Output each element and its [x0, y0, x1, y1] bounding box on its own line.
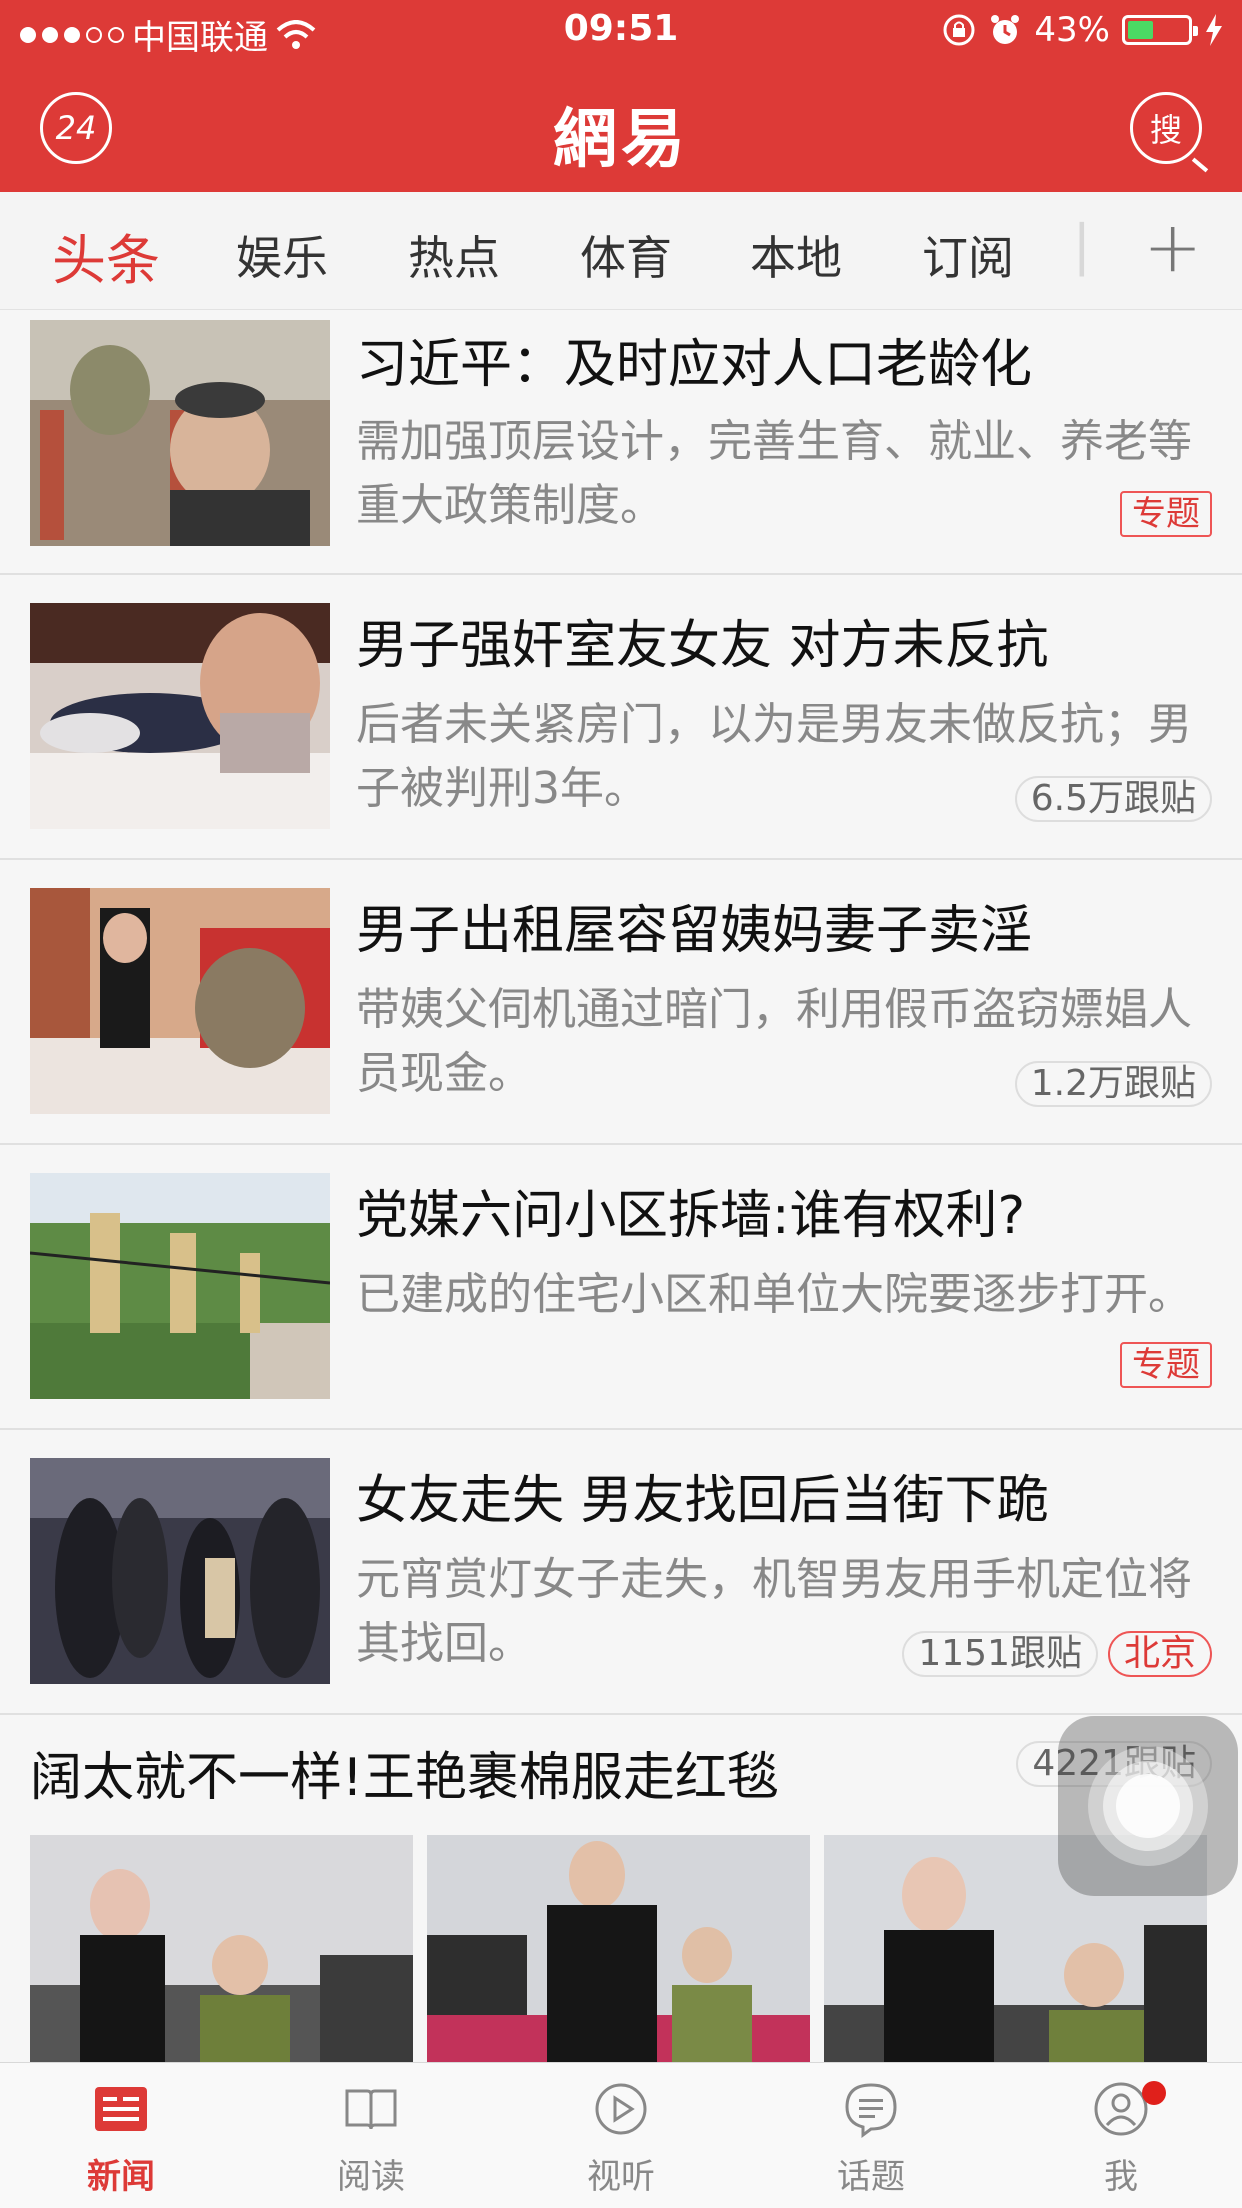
nav-topics-label: 话题 [837, 2157, 905, 2197]
news-thumbnail [30, 888, 330, 1114]
nav-media-label: 视听 [587, 2157, 655, 2197]
rotation-lock-icon [943, 14, 975, 46]
photoset-images [30, 1835, 1207, 2085]
news-summary: 需加强顶层设计，完善生育、就业、养老等重大政策制度。 [356, 416, 1192, 531]
charging-bolt-icon [1206, 14, 1222, 46]
play-icon [595, 2083, 647, 2135]
news-meta: 1.2万跟贴 [1014, 1061, 1212, 1107]
tab-overflow-fade: ▏ [1080, 222, 1116, 276]
nav-me-label: 我 [1104, 2157, 1138, 2197]
comment-count[interactable]: 6.5万跟贴 [1014, 776, 1212, 822]
nav-news[interactable]: 新闻 [56, 2079, 186, 2198]
photoset-title: 阔太就不一样!王艳裹棉服走红毯 [30, 1748, 779, 1808]
notification-dot [1142, 2081, 1166, 2105]
news-thumbnail [30, 603, 330, 829]
alarm-icon [991, 15, 1020, 44]
topic-badge: 专题 [1120, 491, 1212, 537]
comment-count[interactable]: 1.2万跟贴 [1014, 1061, 1212, 1107]
tab-headlines[interactable]: 头条 [52, 216, 160, 295]
tab-sports[interactable]: 体育 [580, 222, 672, 288]
nav-me[interactable]: 我 [1056, 2079, 1186, 2198]
comment-count[interactable]: 1151跟贴 [902, 1631, 1098, 1677]
book-icon [345, 2089, 397, 2130]
photoset-image[interactable] [427, 1835, 810, 2085]
news-title: 女友走失 男友找回后当街下跪 [356, 1471, 1049, 1531]
news-item[interactable]: 习近平：及时应对人口老龄化 需加强顶层设计，完善生育、就业、养老等重大政策制度。… [0, 310, 1242, 575]
photoset-image[interactable] [30, 1835, 413, 2085]
netease-logo: 網易 [553, 102, 689, 177]
bottom-nav: 新闻 阅读 视听 话题 我 [0, 2062, 1242, 2208]
news-feed: 习近平：及时应对人口老龄化 需加强顶层设计，完善生育、就业、养老等重大政策制度。… [0, 310, 1242, 2085]
search-button[interactable]: 搜 [1130, 92, 1202, 164]
tab-hot[interactable]: 热点 [408, 222, 500, 288]
status-right: 43% [942, 10, 1224, 50]
nav-topics[interactable]: 话题 [806, 2079, 936, 2198]
news-title: 男子出租屋容留姨妈妻子卖淫 [356, 901, 1033, 961]
news-thumbnail [30, 1173, 330, 1399]
location-tag[interactable]: 北京 [1107, 1631, 1212, 1677]
status-bar: 中国联通 09:51 43% [0, 0, 1242, 62]
news-title: 习近平：及时应对人口老龄化 [356, 335, 1033, 395]
news-item[interactable]: 男子出租屋容留姨妈妻子卖淫 带姨父伺机通过暗门，利用假币盗窃嫖娼人员现金。 1.… [0, 860, 1242, 1145]
nav-media[interactable]: 视听 [556, 2079, 686, 2198]
news-item[interactable]: 党媒六问小区拆墙:谁有权利? 已建成的住宅小区和单位大院要逐步打开。 专题 [0, 1145, 1242, 1430]
nav-news-label: 新闻 [87, 2157, 155, 2197]
topic-badge: 专题 [1120, 1342, 1212, 1388]
news-meta: 1151跟贴 北京 [902, 1631, 1212, 1677]
search-label: 搜 [1149, 111, 1182, 149]
app-header: 24 網易 搜 [0, 62, 1242, 192]
channel-tabs: 头条 娱乐 热点 体育 本地 订阅 ▏ + [0, 192, 1242, 310]
news-meta: 6.5万跟贴 [1014, 776, 1212, 822]
tab-subscribe[interactable]: 订阅 [922, 222, 1014, 288]
chat-bubble-icon [845, 2083, 897, 2138]
nav-reading[interactable]: 阅读 [306, 2079, 436, 2198]
assistive-touch-button[interactable] [1058, 1716, 1238, 1896]
news-summary: 已建成的住宅小区和单位大院要逐步打开。 [356, 1269, 1192, 1320]
news-title: 党媒六问小区拆墙:谁有权利? [356, 1186, 1026, 1246]
nav-reading-label: 阅读 [337, 2157, 405, 2197]
news-title: 男子强奸室友女友 对方未反抗 [356, 616, 1049, 676]
tab-entertainment[interactable]: 娱乐 [236, 222, 328, 288]
add-channel-button[interactable]: + [1143, 206, 1202, 288]
news-item[interactable]: 男子强奸室友女友 对方未反抗 后者未关紧房门，以为是男友未做反抗；男子被判刑3年… [0, 575, 1242, 860]
battery-icon [1122, 15, 1198, 45]
news-thumbnail [30, 320, 330, 546]
news-item[interactable]: 女友走失 男友找回后当街下跪 元宵赏灯女子走失，机智男友用手机定位将其找回。 1… [0, 1430, 1242, 1715]
news-icon [95, 2087, 147, 2131]
photoset-item[interactable]: 阔太就不一样!王艳裹棉服走红毯 4221跟贴 [0, 1715, 1242, 2085]
battery-percent: 43% [1034, 10, 1110, 50]
tab-local[interactable]: 本地 [750, 222, 842, 288]
news-thumbnail [30, 1458, 330, 1684]
